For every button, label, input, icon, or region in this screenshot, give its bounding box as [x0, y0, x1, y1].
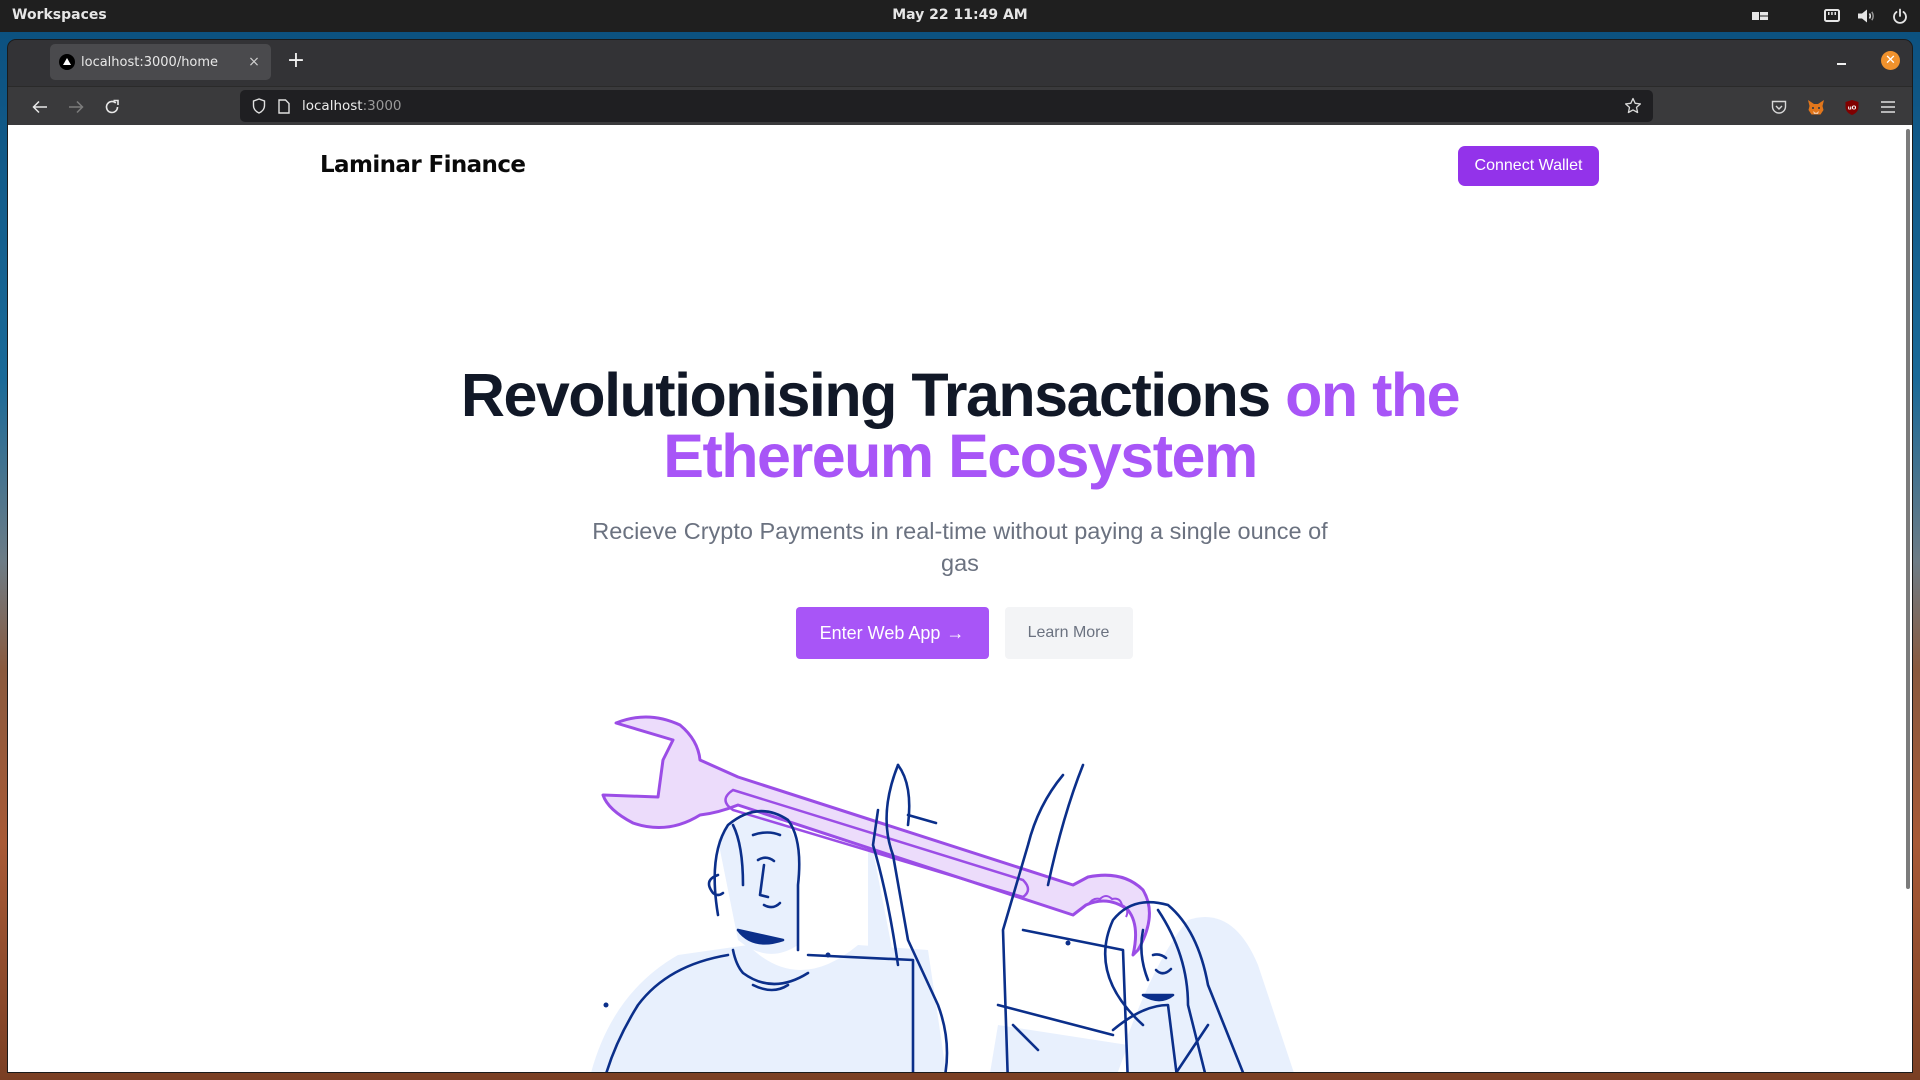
reload-icon [105, 99, 119, 114]
enter-web-app-label: Enter Web App [819, 622, 941, 643]
os-top-bar: Workspaces May 22 11:49 AM [0, 0, 1920, 32]
arrow-right-icon [69, 100, 84, 114]
hero-title-accent-2: Ethereum Ecosystem [663, 422, 1258, 490]
url-port: :3000 [362, 98, 402, 114]
enter-web-app-button[interactable]: Enter Web App → [795, 607, 989, 659]
hero-illustration [591, 715, 1294, 1072]
arrow-right-icon: → [946, 622, 965, 643]
metamask-icon[interactable] [1805, 96, 1827, 118]
connect-wallet-button[interactable]: Connect Wallet [1458, 146, 1599, 186]
tab-localhost-home[interactable]: localhost:3000/home × [50, 44, 271, 80]
page-viewport: Laminar Finance Connect Wallet Revolutio… [8, 125, 1912, 1072]
volume-icon[interactable] [1856, 6, 1876, 26]
hero-title-accent-1: on the [1285, 361, 1460, 429]
hero-subtitle: Recieve Crypto Payments in real-time wit… [592, 518, 1328, 576]
brand-logo[interactable]: Laminar Finance [320, 152, 526, 178]
pocket-icon[interactable] [1768, 96, 1790, 118]
system-tray [1750, 6, 1910, 26]
workspaces-button[interactable]: Workspaces [12, 7, 107, 23]
power-icon[interactable] [1890, 6, 1910, 26]
arrow-left-icon [32, 100, 47, 114]
forward-button[interactable] [64, 95, 88, 119]
navigation-toolbar: localhost:3000 uO [8, 86, 1912, 125]
triangle-icon [59, 54, 75, 70]
tab-strip: localhost:3000/home × + ✕ [8, 40, 1912, 86]
shield-icon[interactable] [250, 97, 268, 115]
reload-button[interactable] [100, 95, 124, 119]
bookmark-star-icon[interactable] [1623, 96, 1643, 116]
clock[interactable]: May 22 11:49 AM [892, 7, 1028, 23]
svg-text:uO: uO [1848, 105, 1857, 111]
scrollbar[interactable] [1906, 129, 1910, 889]
address-bar[interactable]: localhost:3000 [240, 90, 1653, 122]
back-button[interactable] [28, 95, 52, 119]
network-icon[interactable] [1822, 6, 1842, 26]
minimize-button[interactable] [1832, 52, 1852, 72]
new-tab-button[interactable]: + [284, 50, 308, 74]
layout-icon[interactable] [1750, 6, 1770, 26]
ublock-origin-icon[interactable]: uO [1841, 96, 1863, 118]
url-host: localhost [302, 98, 363, 114]
page-icon[interactable] [276, 97, 292, 115]
cta-row: Enter Web App → Learn More [8, 607, 1912, 659]
browser-window: localhost:3000/home × + ✕ localhost:3000 [8, 40, 1912, 1072]
hero-title: Revolutionising Transactions on the Ethe… [8, 365, 1912, 487]
window-close-button[interactable]: ✕ [1881, 51, 1900, 70]
hero-title-main: Revolutionising Transactions [460, 361, 1286, 429]
close-tab-icon[interactable]: × [245, 53, 263, 71]
menu-icon[interactable] [1877, 96, 1899, 118]
learn-more-button[interactable]: Learn More [1004, 607, 1133, 659]
tab-title: localhost:3000/home [81, 54, 219, 70]
